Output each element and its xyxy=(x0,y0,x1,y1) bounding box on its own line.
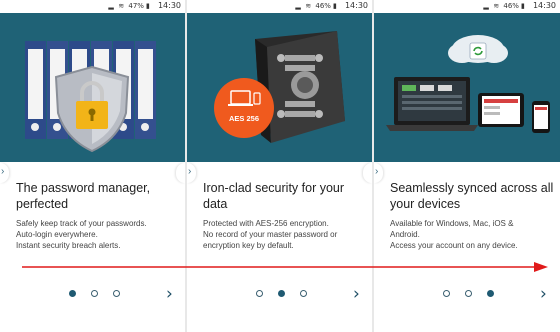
description-line: Safely keep track of your passwords. xyxy=(16,219,147,228)
previous-page-tab[interactable]: › xyxy=(0,163,9,183)
chevron-right-icon: › xyxy=(540,284,547,304)
chevron-left-icon: › xyxy=(375,166,379,177)
screen-text: Seamlessly synced across all your device… xyxy=(390,180,556,251)
battery-icon: ▮ xyxy=(145,1,150,10)
battery-level: 46% xyxy=(503,1,519,10)
battery-level: 47% xyxy=(128,1,144,10)
chevron-left-icon: › xyxy=(1,166,5,177)
hero-illustration xyxy=(0,13,185,162)
status-bar: ▂ ≋ 46% ▮ 14:30 xyxy=(187,0,372,13)
screen-title: Iron-clad security for your data xyxy=(203,181,345,211)
page-indicator xyxy=(69,290,120,297)
previous-page-tab[interactable]: › xyxy=(187,163,196,183)
page-dot-3[interactable] xyxy=(487,290,494,297)
wifi-icon: ≋ xyxy=(305,1,312,10)
chevron-right-icon: › xyxy=(353,284,360,304)
clock: 14:30 xyxy=(532,1,556,10)
laptop-icon xyxy=(386,77,478,131)
aes-badge-label: AES 256 xyxy=(229,114,259,123)
screen-text: The password manager, perfected Safely k… xyxy=(16,180,182,251)
screen-text: Iron-clad security for your data Protect… xyxy=(203,180,369,251)
screen-description: Available for Windows, Mac, iOS & Androi… xyxy=(390,218,556,251)
description-line: Available for Windows, Mac, iOS & xyxy=(390,219,514,228)
description-line: encryption key by default. xyxy=(203,241,294,250)
description-line: Android. xyxy=(390,230,420,239)
hero-illustration xyxy=(374,13,560,162)
clock: 14:30 xyxy=(157,1,181,10)
description-line: Access your account on any device. xyxy=(390,241,518,250)
page-dot-3[interactable] xyxy=(113,290,120,297)
screen-description: Protected with AES-256 encryption. No re… xyxy=(203,218,369,251)
phone-icon xyxy=(532,101,550,133)
description-line: Auto-login everywhere. xyxy=(16,230,98,239)
onboarding-screen-3: ▂ ≋ 46% ▮ 14:30 › Seamlessly synced acro… xyxy=(374,0,560,332)
signal-icon: ▂ xyxy=(483,1,489,10)
status-bar: ▂ ≋ 47% ▮ 14:30 xyxy=(0,0,185,13)
signal-icon: ▂ xyxy=(295,1,301,10)
battery-level: 46% xyxy=(315,1,331,10)
previous-page-tab[interactable]: › xyxy=(374,163,383,183)
page-dot-2[interactable] xyxy=(91,290,98,297)
page-dot-2[interactable] xyxy=(465,290,472,297)
chevron-right-icon: › xyxy=(166,284,173,304)
status-bar: ▂ ≋ 46% ▮ 14:30 xyxy=(374,0,560,13)
next-button[interactable]: › xyxy=(353,284,360,304)
onboarding-screen-2: ▂ ≋ 46% ▮ 14:30 AES 256 › Iron-clad secu… xyxy=(187,0,372,332)
battery-icon: ▮ xyxy=(520,1,525,10)
page-indicator xyxy=(256,290,307,297)
aes-badge: AES 256 xyxy=(214,78,274,138)
chevron-left-icon: › xyxy=(188,166,192,177)
page-dot-1[interactable] xyxy=(69,290,76,297)
battery-icon: ▮ xyxy=(332,1,337,10)
page-dot-2[interactable] xyxy=(278,290,285,297)
signal-icon: ▂ xyxy=(108,1,114,10)
next-button[interactable]: › xyxy=(540,284,547,304)
page-dot-1[interactable] xyxy=(256,290,263,297)
description-line: Instant security breach alerts. xyxy=(16,241,121,250)
cloud-sync-icon xyxy=(448,35,508,63)
hero-illustration: AES 256 xyxy=(187,13,372,162)
description-line: No record of your master password or xyxy=(203,230,338,239)
screen-description: Safely keep track of your passwords. Aut… xyxy=(16,218,182,251)
screen-title: Seamlessly synced across all your device… xyxy=(390,181,554,211)
page-indicator xyxy=(443,290,494,297)
page-dot-1[interactable] xyxy=(443,290,450,297)
next-button[interactable]: › xyxy=(166,284,173,304)
description-line: Protected with AES-256 encryption. xyxy=(203,219,329,228)
clock: 14:30 xyxy=(344,1,368,10)
onboarding-screen-1: ▂ ≋ 47% ▮ 14:30 › The password manager, … xyxy=(0,0,185,332)
wifi-icon: ≋ xyxy=(118,1,125,10)
wifi-icon: ≋ xyxy=(493,1,500,10)
tablet-icon xyxy=(478,93,524,127)
screen-title: The password manager, perfected xyxy=(16,181,151,211)
safe-icon xyxy=(255,31,345,143)
swipe-arrow-icon xyxy=(22,262,548,272)
page-dot-3[interactable] xyxy=(300,290,307,297)
